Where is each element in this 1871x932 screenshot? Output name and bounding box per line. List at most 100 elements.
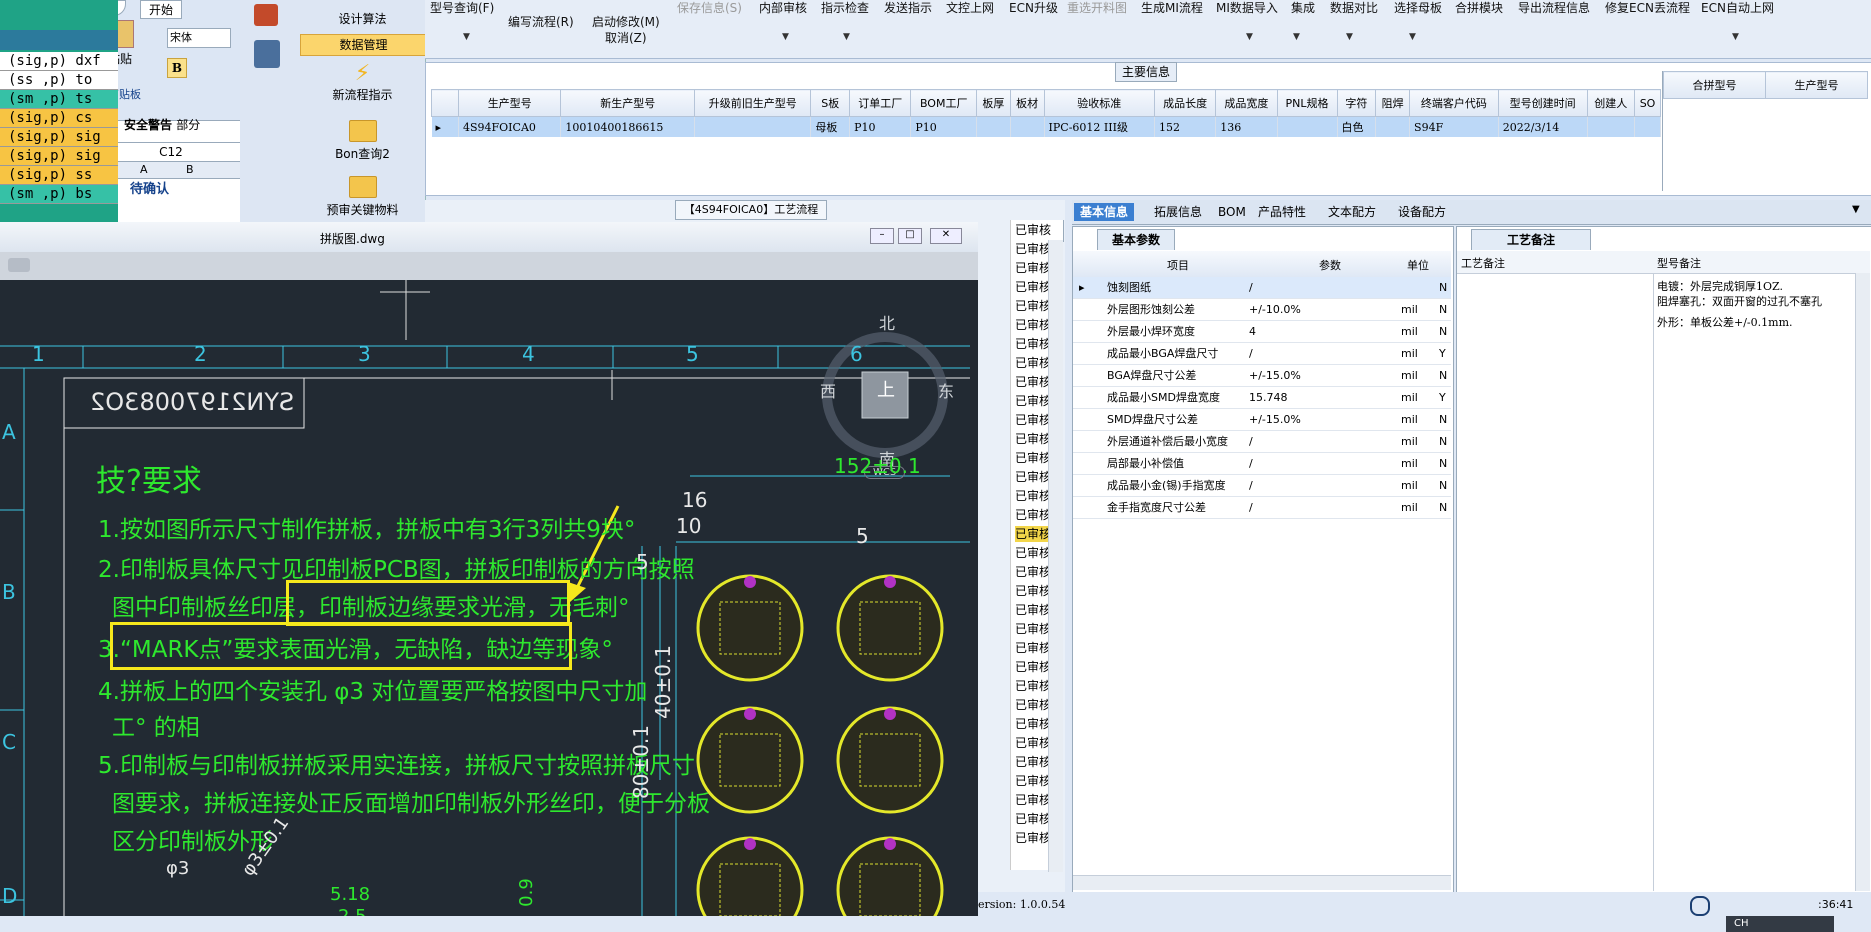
table-row[interactable]: ▸ 4S94FOICA0 10010400186615 母板 P10 P10 I… — [431, 116, 1661, 137]
column-header[interactable]: BOM工厂 — [910, 89, 978, 117]
toolbar-mi-import[interactable]: MI数据导入 — [1216, 0, 1278, 16]
status-cell[interactable]: 已审核 — [1015, 393, 1051, 409]
param-row[interactable]: 外层最小焊环宽度 4 mil N — [1073, 321, 1451, 343]
table-cell[interactable]: 4S94FOICA0 — [458, 116, 562, 137]
param-row[interactable]: 成品最小SMD焊盘宽度 15.748 mil Y — [1073, 387, 1451, 409]
param-row[interactable]: 局部最小补偿值 / mil N — [1073, 453, 1451, 475]
column-header[interactable]: S板 — [810, 89, 851, 117]
status-cell[interactable]: 已审核 — [1015, 374, 1051, 390]
table-cell[interactable]: 2022/3/14 — [1498, 116, 1588, 137]
table-cell[interactable] — [1010, 116, 1045, 137]
chevron-down-icon[interactable]: ▼ — [843, 32, 850, 42]
design-algorithm-button[interactable]: 设计算法 — [300, 10, 425, 27]
toolbar-fix-ecn[interactable]: 修复ECN丢流程 — [1605, 0, 1690, 16]
toolbar-ecn-auto[interactable]: ECN自动上网 — [1701, 0, 1774, 16]
cad-canvas[interactable]: 北 南 东 西 上 WCS 1 2 3 4 5 6 A B C D SYN219… — [0, 280, 970, 932]
chevron-down-icon[interactable]: ▼ — [1346, 32, 1353, 42]
column-header[interactable]: 阻焊 — [1375, 89, 1411, 117]
status-cell[interactable]: 已审核 — [1015, 317, 1051, 333]
column-header[interactable]: 板厚 — [976, 89, 1011, 117]
status-cell[interactable]: 已审核 — [1015, 659, 1051, 675]
horizontal-scrollbar[interactable] — [1073, 875, 1451, 890]
status-cell[interactable]: 已审核 — [1015, 526, 1052, 542]
tab-home[interactable]: 开始 — [140, 0, 183, 19]
column-header[interactable]: 验收标准 — [1043, 89, 1156, 117]
table-cell[interactable]: 10010400186615 — [560, 116, 696, 137]
ime-indicator[interactable]: CH — [1726, 916, 1834, 932]
pre-review-button[interactable]: 预审关键物料 — [300, 176, 425, 218]
chevron-down-icon[interactable]: ▼ — [463, 32, 470, 42]
status-cell[interactable]: 已审核 — [1015, 602, 1051, 618]
column-header[interactable]: 生产型号 — [1765, 71, 1868, 99]
process-scrollbar[interactable] — [1048, 240, 1063, 872]
status-cell[interactable]: 已审核 — [1015, 336, 1051, 352]
sheet-row[interactable]: (sig,p) cs — [0, 109, 118, 128]
status-cell[interactable]: 已审核 — [1015, 640, 1051, 656]
toolbar-write-flow[interactable]: 编写流程(R) — [508, 14, 574, 30]
column-header[interactable]: 型号创建时间 — [1497, 89, 1588, 117]
chevron-down-icon[interactable]: ▼ — [782, 32, 789, 42]
maximize-icon[interactable]: □ — [898, 228, 922, 244]
toolbar-integrate[interactable]: 集成 — [1291, 0, 1315, 16]
tab-process-remarks[interactable]: 工艺备注 — [1471, 229, 1591, 250]
status-cell[interactable]: 已审核 — [1015, 697, 1051, 713]
toolbar-model-query[interactable]: 型号查询(F) — [430, 0, 494, 16]
toolbar-instruction-check[interactable]: 指示检查 — [821, 0, 869, 16]
minimize-icon[interactable]: – — [870, 228, 894, 244]
sheet-row[interactable]: (sig,p) dxf — [0, 52, 118, 71]
new-flow-button[interactable]: ⚡ 新流程指示 — [300, 62, 425, 103]
tab-text-recipe[interactable]: 文本配方 — [1322, 203, 1382, 221]
sheet-row[interactable]: (ss ,p) to — [0, 71, 118, 90]
tab-product-features[interactable]: 产品特性 — [1252, 203, 1312, 221]
status-cell[interactable]: 已审核 — [1015, 279, 1051, 295]
param-row[interactable]: BGA焊盘尺寸公差 +/-15.0% mil N — [1073, 365, 1451, 387]
status-cell[interactable]: 已审核 — [1015, 241, 1051, 257]
chevron-down-icon[interactable]: ▼ — [1246, 32, 1253, 42]
status-cell[interactable]: 已审核 — [1015, 678, 1051, 694]
table-cell[interactable]: P10 — [849, 116, 912, 137]
table-cell[interactable]: 152 — [1154, 116, 1217, 137]
table-cell[interactable]: 母板 — [810, 116, 851, 137]
toolbar-generate-mi[interactable]: 生成MI流程 — [1141, 0, 1203, 16]
sheet-row[interactable]: (sig,p) sig — [0, 147, 118, 166]
param-row[interactable]: ▸ 蚀刻图纸 / N — [1073, 277, 1451, 299]
toolbar-reselect-cut[interactable]: 重选开料图 — [1067, 0, 1127, 16]
param-row[interactable]: 成品最小金(锡)手指宽度 / mil N — [1073, 475, 1451, 497]
column-header[interactable]: 单位 — [1407, 257, 1429, 273]
status-cell[interactable]: 已审核 — [1015, 260, 1051, 276]
sheet-row[interactable]: (sm ,p) ts — [0, 90, 118, 109]
table-cell[interactable]: S94F — [1409, 116, 1499, 137]
column-header[interactable]: 新生产型号 — [560, 89, 696, 117]
table-cell[interactable] — [1375, 116, 1411, 137]
table-cell[interactable]: IPC-6012 III级 — [1044, 116, 1156, 137]
chevron-down-icon[interactable]: ▼ — [1852, 204, 1860, 215]
status-cell[interactable]: 已审核 — [1015, 545, 1051, 561]
close-icon[interactable]: ✕ — [930, 228, 962, 244]
status-cell[interactable]: 已审核 — [1015, 431, 1051, 447]
tab-bom[interactable]: BOM — [1212, 203, 1252, 221]
status-cell[interactable]: 已审核 — [1015, 773, 1051, 789]
column-header[interactable]: PNL规格 — [1276, 89, 1338, 117]
status-cell[interactable]: 已审核 — [1015, 621, 1051, 637]
column-header[interactable]: 生产型号 — [457, 89, 562, 117]
column-header[interactable]: 终端客户代码 — [1409, 89, 1499, 117]
param-row[interactable]: 金手指宽度尺寸公差 / mil N — [1073, 497, 1451, 519]
table-cell[interactable]: 白色 — [1337, 116, 1377, 137]
table-cell[interactable] — [976, 116, 1011, 137]
toolbar-merge-module[interactable]: 合拼模块 — [1455, 0, 1503, 16]
toolbar-start-modify[interactable]: 启动修改(M) — [592, 14, 660, 30]
column-header[interactable]: 项目 — [1167, 257, 1189, 273]
tab-equipment-recipe[interactable]: 设备配方 — [1392, 203, 1452, 221]
toolbar-internal-review[interactable]: 内部审核 — [759, 0, 807, 16]
status-cell[interactable]: 已审核 — [1015, 792, 1051, 808]
status-cell[interactable]: 已审核 — [1015, 355, 1051, 371]
param-row[interactable]: 成品最小BGA焊盘尺寸 / mil Y — [1073, 343, 1451, 365]
remarks-scrollbar[interactable] — [1855, 273, 1870, 891]
status-cell[interactable]: 已审核 — [1015, 754, 1051, 770]
status-cell[interactable]: 已审核 — [1015, 583, 1051, 599]
table-cell[interactable] — [1634, 116, 1661, 137]
new-tab-icon[interactable] — [8, 258, 30, 272]
data-management-button[interactable]: 数据管理 — [300, 34, 427, 56]
column-header[interactable]: 板材 — [1009, 89, 1045, 117]
chevron-down-icon[interactable]: ▼ — [1293, 32, 1300, 42]
